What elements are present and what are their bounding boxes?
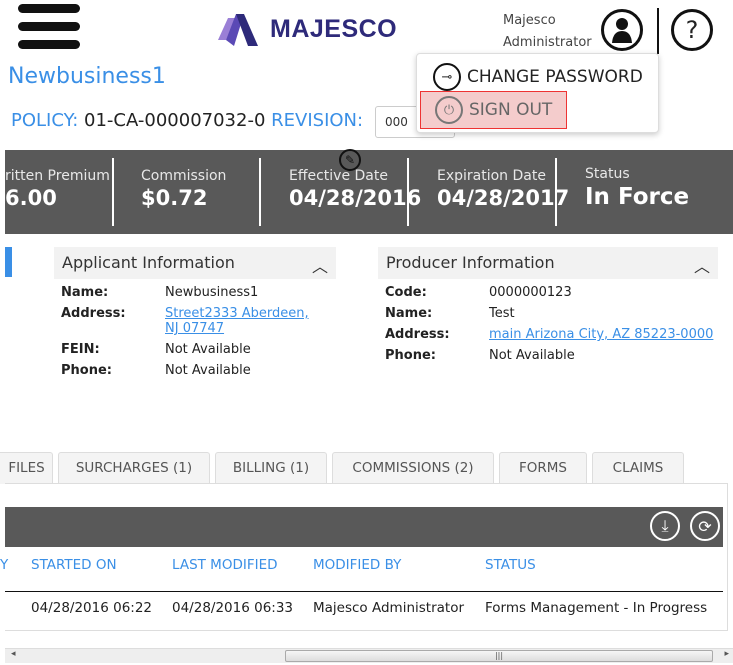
logo-mark-icon bbox=[218, 14, 258, 46]
applicant-section: Applicant Information ︿ Name: Newbusiness1… bbox=[54, 247, 336, 378]
majesco-logo: MAJESCO bbox=[218, 12, 397, 46]
scrollbar-thumb[interactable]: ||| bbox=[285, 650, 713, 662]
user-name: Majesco Administrator bbox=[503, 13, 592, 50]
column-last-modified[interactable]: LAST MODIFIED bbox=[172, 557, 278, 573]
applicant-address-link[interactable]: Street2333 Aberdeen, NJ 07747 bbox=[165, 306, 325, 336]
hamburger-menu-icon[interactable] bbox=[18, 4, 80, 58]
producer-section: Producer Information ︿ Code: 0000000123 Na… bbox=[378, 247, 718, 363]
tab-files[interactable]: FILES bbox=[0, 452, 53, 484]
column-started-on[interactable]: STARTED ON bbox=[31, 557, 117, 573]
help-icon[interactable]: ? bbox=[671, 9, 713, 51]
collapse-icon[interactable]: ︿ bbox=[694, 253, 710, 276]
change-password-item[interactable]: ⊸ CHANGE PASSWORD bbox=[433, 63, 643, 91]
page-title: Newbusiness1 bbox=[8, 64, 166, 89]
summary-expiration-date: Expiration Date 04/28/2017 bbox=[437, 168, 570, 210]
logo-text: MAJESCO bbox=[270, 14, 398, 43]
header-rule bbox=[5, 591, 723, 592]
tab-commissions[interactable]: COMMISSIONS (2) bbox=[332, 452, 494, 484]
user-account-icon[interactable] bbox=[601, 9, 643, 51]
summary-commission: Commission $0.72 bbox=[141, 168, 227, 210]
column-header[interactable]: Y bbox=[0, 557, 8, 573]
collapse-icon[interactable]: ︿ bbox=[312, 253, 328, 276]
summary-status: Status In Force bbox=[585, 166, 690, 210]
policy-summary-banner: ritten Premium 6.00 Commission $0.72 Effec… bbox=[5, 150, 733, 234]
download-icon[interactable]: ⤓ bbox=[650, 511, 680, 541]
policy-number: 01-CA-000007032-0 bbox=[84, 110, 266, 131]
user-dropdown-menu: ⊸ CHANGE PASSWORD ⏻ SIGN OUT bbox=[416, 53, 659, 133]
summary-written-premium: ritten Premium 6.00 bbox=[5, 168, 110, 210]
column-status[interactable]: STATUS bbox=[485, 557, 536, 573]
power-icon: ⏻ bbox=[435, 96, 463, 124]
tab-claims[interactable]: CLAIMS bbox=[592, 452, 684, 484]
horizontal-scrollbar[interactable]: ◂ ||| ▸ bbox=[5, 648, 733, 663]
policy-line: POLICY: 01-CA-000007032-0 REVISION: bbox=[11, 110, 364, 131]
refresh-icon[interactable]: ⟳ bbox=[690, 511, 720, 541]
key-icon: ⊸ bbox=[433, 63, 461, 91]
sign-out-item[interactable]: ⏻ SIGN OUT bbox=[420, 91, 567, 129]
producer-address-link[interactable]: main Arizona City, AZ 85223-0000 bbox=[489, 327, 713, 342]
tab-surcharges[interactable]: SURCHARGES (1) bbox=[58, 452, 210, 484]
column-modified-by[interactable]: MODIFIED BY bbox=[313, 557, 401, 573]
edit-icon[interactable]: ✎ bbox=[339, 149, 361, 171]
tab-billing[interactable]: BILLING (1) bbox=[215, 452, 327, 484]
side-indicator bbox=[5, 247, 12, 277]
header-divider bbox=[657, 8, 659, 54]
tab-forms[interactable]: FORMS bbox=[499, 452, 587, 484]
grid-toolbar: ⤓ ⟳ bbox=[5, 507, 723, 547]
